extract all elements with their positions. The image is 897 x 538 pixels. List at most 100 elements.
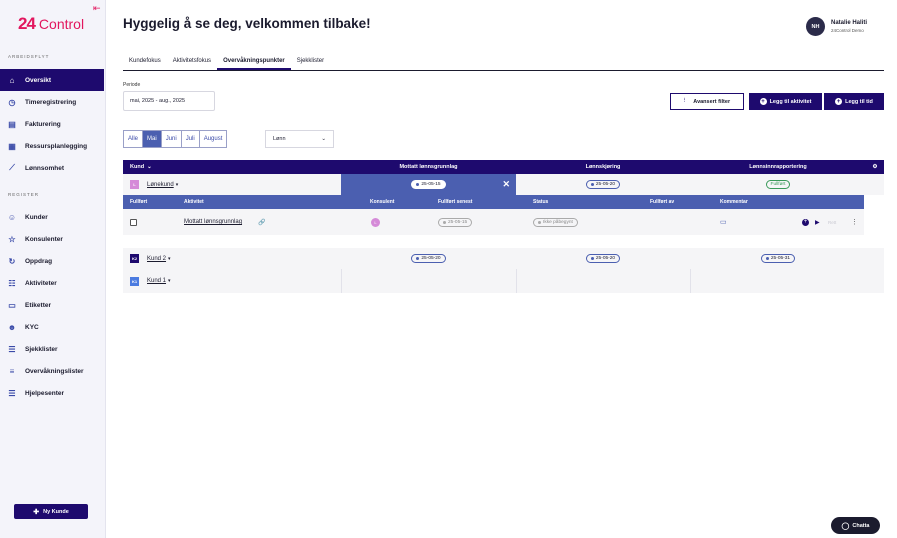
row-cell[interactable] <box>341 269 516 293</box>
activity-link[interactable]: Mottatt lønnsgrunnlag <box>184 219 242 225</box>
sliders-icon: ⫶ <box>683 98 686 104</box>
column-customer[interactable]: Kund ⌄ <box>123 160 341 174</box>
row-cell[interactable]: 25-05-20 <box>341 254 516 263</box>
section-label-workflow: ARBEIDSFLYT <box>8 54 50 59</box>
sidebar-item-kyc[interactable]: ☻ KYC <box>0 316 104 338</box>
month-mai[interactable]: Mai <box>143 131 162 147</box>
row-customer-cell: L Lønekund ▾ <box>123 180 341 189</box>
chat-bubble-icon: ◯ <box>841 522 850 530</box>
tab-bar: Kundefokus Aktivitetsfokus Overvåkningsp… <box>123 56 884 71</box>
user-name: Natalie Haliti <box>831 20 868 26</box>
sidebar-item-oppdrag[interactable]: ↻ Oppdrag <box>0 250 104 272</box>
sidebar-item-aktiviteter[interactable]: ☷ Aktiviteter <box>0 272 104 294</box>
subtable-spacer <box>123 235 864 248</box>
chat-button[interactable]: ◯ Chatta <box>831 517 880 534</box>
row-cell[interactable] <box>690 269 866 293</box>
month-juni[interactable]: Juni <box>162 131 182 147</box>
row-cell[interactable]: 25-05-20 <box>516 180 690 189</box>
category-select[interactable]: Lønn ⌄ <box>265 130 334 148</box>
row-customer-cell: K2 Kund 2 ▾ <box>123 254 341 263</box>
caret-down-icon[interactable]: ▾ <box>176 182 179 188</box>
column-1-label: Mottatt lønnsgrunnlag <box>399 164 458 170</box>
customer-link[interactable]: Kund 2 <box>147 256 166 262</box>
sub-col-completed: Fullført <box>130 199 148 205</box>
sidebar-item-overvakningslister[interactable]: ≡ Overvåkningslister <box>0 360 104 382</box>
help-icon: ☰ <box>8 388 16 398</box>
completed-pill: Fullført <box>765 180 791 189</box>
column-customer-label: Kund <box>130 164 145 170</box>
sidebar-item-label: Sjekklister <box>25 345 58 353</box>
tab-kundefokus[interactable]: Kundefokus <box>123 56 167 70</box>
sidebar-item-lonnsomhet[interactable]: ⟋ Lønnsomhet <box>0 157 104 179</box>
consultant-avatar: L <box>371 217 380 227</box>
date-pill: 25-05-20 <box>585 180 621 189</box>
collapse-sidebar-icon[interactable]: ⇤ <box>93 3 101 14</box>
plus-icon: + <box>759 98 767 105</box>
sidebar-item-timeregistrering[interactable]: ◷ Timeregistrering <box>0 91 104 113</box>
sidebar-item-ressursplanlegging[interactable]: ▦ Ressursplanlegging <box>0 135 104 157</box>
more-icon[interactable]: ⋮ <box>851 218 858 226</box>
status-dot-icon <box>416 183 420 186</box>
user-menu[interactable]: NH Natalie Haliti 24Control Demo <box>806 17 867 36</box>
tab-overvakningspunkter[interactable]: Overvåkningspunkter <box>217 56 291 70</box>
month-juli[interactable]: Juli <box>182 131 200 147</box>
nav-register: ☺ Kunder ☆ Konsulenter ↻ Oppdrag ☷ Aktivitet… <box>0 206 104 404</box>
sub-col-status: Status <box>533 199 549 205</box>
status-pill-text: Ikke påbegynt <box>543 219 573 225</box>
sidebar-item-fakturering[interactable]: ▤ Fakturering <box>0 113 104 135</box>
row-cell[interactable] <box>516 269 690 293</box>
row-cell[interactable]: Fullført <box>690 180 866 189</box>
add-time-label: Legg til tid <box>845 98 873 105</box>
monitoring-grid: Kund ⌄ Mottatt lønnsgrunnlag Lønnskjørin… <box>123 160 884 293</box>
sidebar-item-konsulenter[interactable]: ☆ Konsulenter <box>0 228 104 250</box>
sidebar-item-sjekklister[interactable]: ☰ Sjekklister <box>0 338 104 360</box>
completed-checkbox[interactable] <box>130 218 137 226</box>
gear-icon[interactable]: ⚙ <box>866 160 884 174</box>
month-alle[interactable]: Alle <box>124 131 144 147</box>
table-row[interactable]: K2 Kund 2 ▾ 25-05-20 25-05-20 25-05-31 <box>123 248 884 269</box>
logo[interactable]: 24 Control <box>18 14 84 34</box>
period-label: Periode <box>123 82 141 88</box>
row-cell[interactable]: 25-05-20 <box>516 254 690 263</box>
row-customer-cell: K1 Kund 1 ▾ <box>123 276 341 286</box>
caret-down-icon[interactable]: ▾ <box>168 278 171 284</box>
sidebar-item-label: Aktiviteter <box>25 279 57 287</box>
sidebar-item-hjelpesenter[interactable]: ☰ Hjelpesenter <box>0 382 104 404</box>
table-row[interactable]: L Lønekund ▾ 25-05-15 ✕ 25-05-20 Fullfør… <box>123 174 884 195</box>
add-circle-icon[interactable]: + <box>802 218 809 226</box>
subtable-row[interactable]: Mottatt lønnsgrunnlag 🔗 L 25-05-15 Ikke … <box>123 209 864 235</box>
close-icon[interactable]: ✕ <box>502 179 510 190</box>
sidebar-item-etiketter[interactable]: ▭ Etiketter <box>0 294 104 316</box>
comment-icon[interactable]: ▭ <box>720 218 727 226</box>
customer-link[interactable]: Kund 1 <box>147 278 166 284</box>
period-input[interactable]: mai, 2025 - aug., 2025 <box>123 91 215 111</box>
tab-aktivitetsfokus[interactable]: Aktivitetsfokus <box>167 56 217 70</box>
refresh-icon: ↻ <box>8 256 16 266</box>
caret-down-icon[interactable]: ▾ <box>168 256 171 262</box>
link-icon[interactable]: 🔗 <box>258 219 265 226</box>
sub-col-activity: Aktivitet <box>184 199 204 205</box>
sidebar-item-kunder[interactable]: ☺ Kunder <box>0 206 104 228</box>
column-2-label: Lønnskjøring <box>585 164 621 170</box>
play-icon[interactable]: ▶ <box>815 219 820 226</box>
tab-sjekklister[interactable]: Sjekklister <box>291 56 330 70</box>
add-activity-button[interactable]: + Legg til aktivitet <box>749 93 822 110</box>
status-pill[interactable]: Ikke påbegynt <box>533 217 578 227</box>
chart-icon: ⟋ <box>9 163 15 172</box>
person-check-icon: ☻ <box>7 322 17 332</box>
table-row[interactable]: K1 Kund 1 ▾ <box>123 269 884 293</box>
selected-cell[interactable]: 25-05-15 ✕ <box>341 174 516 195</box>
edit-action-label[interactable]: Rett <box>828 220 836 225</box>
sidebar-item-oversikt[interactable]: ⌂ Oversikt <box>0 69 104 91</box>
subtable-header: Fullført Aktivitet Konsulent Fullført se… <box>123 195 864 209</box>
new-customer-button[interactable]: ✚ Ny Kunde <box>14 504 88 519</box>
month-august[interactable]: August <box>200 131 227 147</box>
activity-icon: ☷ <box>8 278 16 288</box>
advanced-filter-button[interactable]: ⫶ Avansert filter <box>670 93 744 110</box>
sidebar-item-label: Etiketter <box>25 301 52 309</box>
add-time-button[interactable]: + Legg til tid <box>824 93 884 110</box>
date-pill: 25-05-31 <box>760 254 796 263</box>
customer-badge: L <box>130 180 139 189</box>
row-cell[interactable]: 25-05-31 <box>690 254 866 263</box>
customer-link[interactable]: Lønekund <box>147 182 174 188</box>
